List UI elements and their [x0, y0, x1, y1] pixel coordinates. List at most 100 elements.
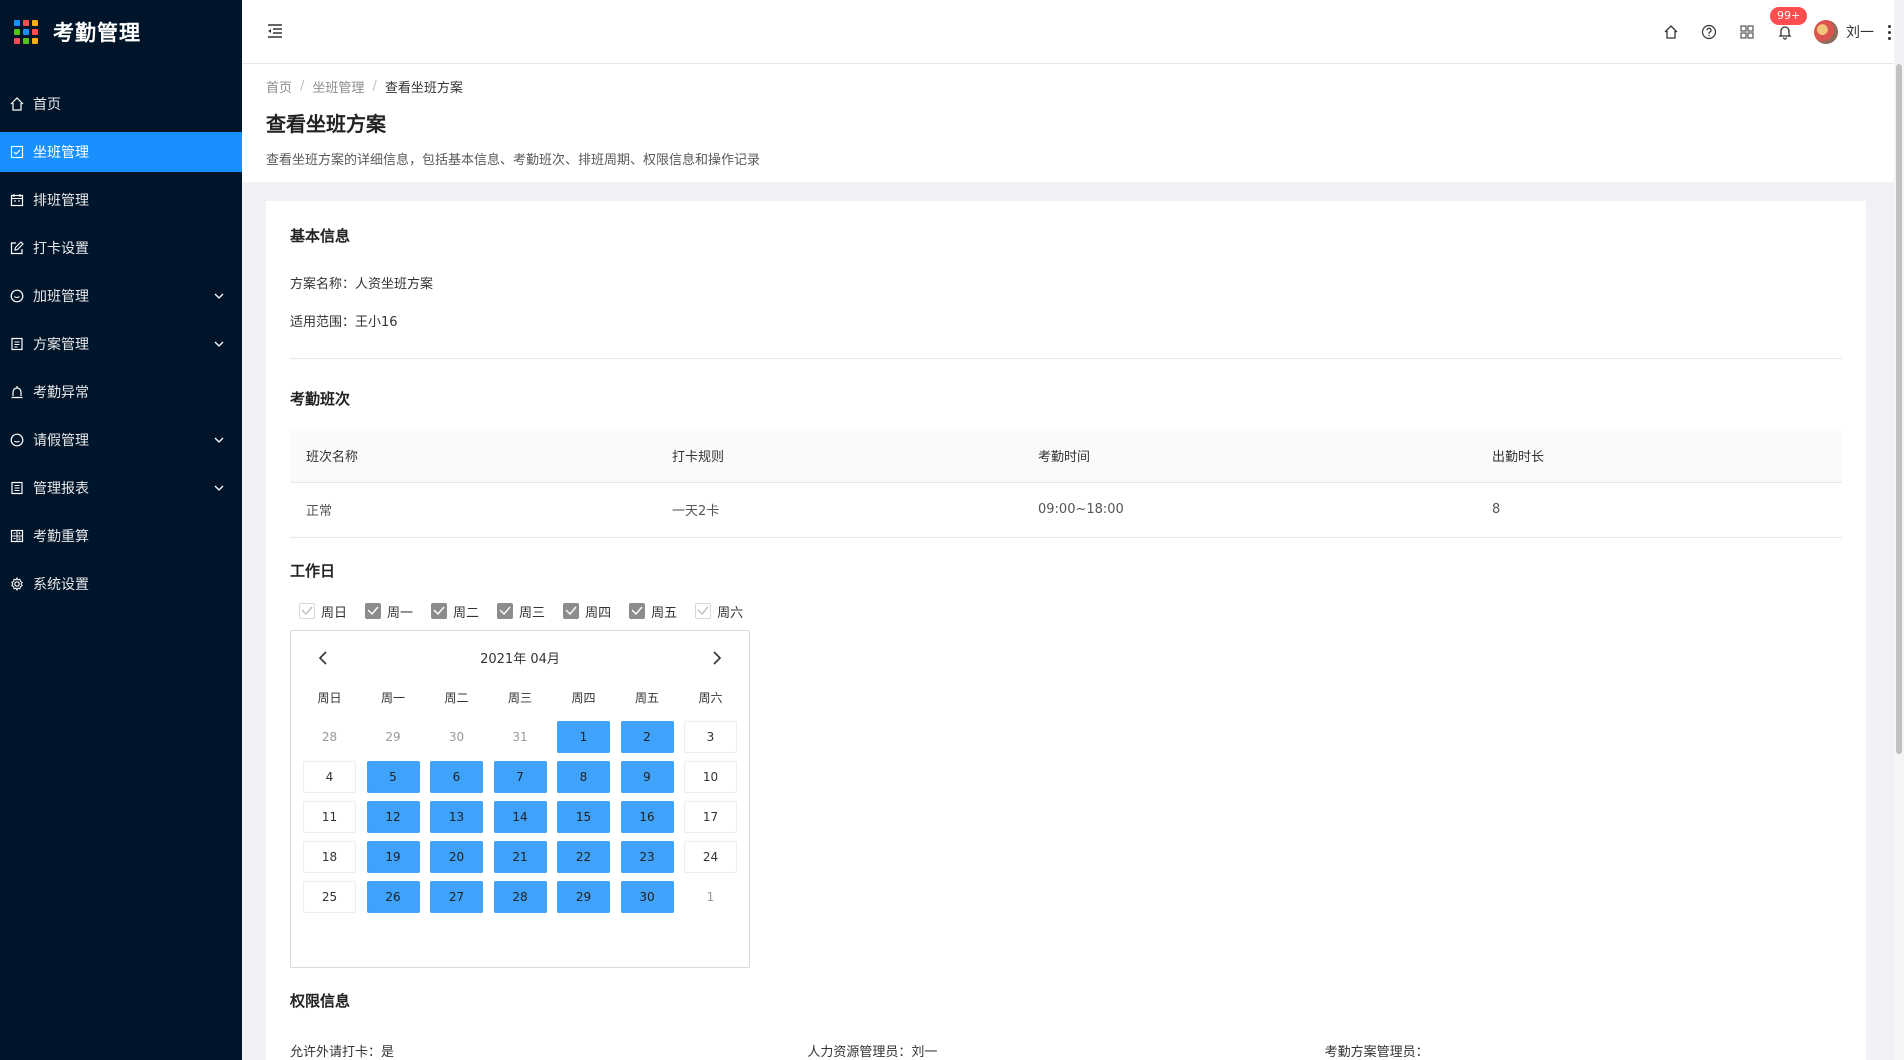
avatar[interactable] — [1814, 20, 1838, 44]
sidebar-item[interactable]: 方案管理 — [0, 324, 242, 364]
calendar-day-workday[interactable]: 12 — [366, 800, 420, 833]
breadcrumb-parent[interactable]: 坐班管理 — [312, 77, 364, 96]
calendar-day-workday[interactable]: 30 — [620, 880, 674, 913]
sidebar-item-label: 坐班管理 — [33, 145, 89, 161]
calendar-day-workday[interactable]: 27 — [430, 880, 483, 913]
checkbox-icon[interactable] — [695, 603, 712, 619]
sidebar-item-label: 系统设置 — [33, 577, 89, 593]
workday-checkbox[interactable]: 周三 — [497, 602, 545, 621]
sidebar-item[interactable]: 考勤异常 — [0, 372, 242, 412]
apps-icon[interactable] — [1738, 23, 1756, 41]
workday-label: 周五 — [651, 605, 678, 621]
calendar-day-workday[interactable]: 22 — [557, 840, 610, 873]
page-scrollbar[interactable] — [1894, 64, 1904, 1060]
calendar-day[interactable]: 3 — [684, 720, 737, 753]
sidebar-item[interactable]: 排班管理 — [0, 180, 242, 220]
calendar-day[interactable]: 11 — [303, 800, 356, 833]
calendar-day-workday[interactable]: 21 — [493, 840, 547, 873]
workday-checkbox[interactable]: 周四 — [563, 602, 611, 621]
plan-name-value: 人资坐班方案 — [355, 277, 434, 292]
calendar-day[interactable]: 17 — [684, 800, 737, 833]
next-month-icon[interactable] — [709, 650, 725, 666]
calendar-day-workday[interactable]: 5 — [366, 760, 420, 793]
calendar-day-workday[interactable]: 19 — [366, 840, 420, 873]
sidebar-item[interactable]: 考勤重算 — [0, 516, 242, 556]
sidebar-item[interactable]: 管理报表 — [0, 468, 242, 508]
chevron-down-icon[interactable] — [214, 483, 224, 493]
calendar-day[interactable]: 10 — [684, 760, 737, 793]
home-icon[interactable] — [1662, 23, 1680, 41]
calendar-day-workday[interactable]: 2 — [620, 720, 674, 753]
help-icon[interactable] — [1700, 23, 1718, 41]
calendar-weekday-header: 周二 — [444, 690, 469, 705]
column-header: 出勤时长 — [1476, 429, 1842, 483]
workday-checkbox[interactable]: 周一 — [365, 602, 413, 621]
calendar-day[interactable]: 25 — [303, 880, 356, 913]
plan-name-label: 方案名称： — [290, 277, 356, 292]
calendar-day-workday[interactable]: 9 — [620, 760, 674, 793]
calendar-day[interactable]: 18 — [303, 840, 356, 873]
calendar-day[interactable]: 28 — [303, 721, 356, 753]
username[interactable]: 刘一 — [1846, 22, 1874, 42]
calendar-day-workday[interactable]: 7 — [493, 760, 547, 793]
column-header: 打卡规则 — [656, 429, 1022, 483]
calendar-day-workday[interactable]: 16 — [620, 800, 674, 833]
calendar-day-workday[interactable]: 14 — [493, 800, 547, 833]
workday-checkbox[interactable]: 周二 — [431, 602, 479, 621]
notification-bell-icon[interactable]: 99+ — [1770, 7, 1808, 41]
workday-checkbox[interactable]: 周五 — [629, 602, 677, 621]
calendar-day-workday[interactable]: 8 — [557, 760, 610, 793]
table-row: 正常 一天2卡 09:00~18:00 8 — [290, 482, 1842, 538]
workday-label: 周一 — [387, 605, 414, 621]
sidebar-item[interactable]: 请假管理 — [0, 420, 242, 460]
workday-checkbox[interactable]: 周六 — [695, 602, 743, 621]
calendar-day[interactable]: 24 — [684, 840, 737, 873]
calendar-day-workday[interactable]: 13 — [430, 800, 483, 833]
sidebar-item[interactable]: 加班管理 — [0, 276, 242, 316]
calendar-weekday-header: 周四 — [571, 690, 596, 705]
sidebar-item-label: 首页 — [33, 97, 61, 113]
sidebar-item[interactable]: 首页 — [0, 84, 242, 124]
column-header: 班次名称 — [290, 429, 656, 483]
page-title: 查看坐班方案 — [266, 112, 386, 136]
checkbox-checked-icon[interactable] — [497, 603, 514, 619]
logo[interactable]: 考勤管理 — [0, 0, 242, 64]
checkbox-icon[interactable] — [299, 603, 315, 619]
calendar-day-workday[interactable]: 23 — [620, 840, 674, 873]
calendar-day[interactable]: 30 — [430, 721, 483, 753]
calendar-day-workday[interactable]: 1 — [557, 720, 610, 753]
scope-field: 适用范围：王小16 — [290, 311, 1842, 330]
workday-checkbox[interactable]: 周日 — [299, 602, 347, 621]
calendar-day-workday[interactable]: 6 — [430, 760, 483, 793]
calendar-day[interactable]: 4 — [303, 760, 356, 793]
prev-month-icon[interactable] — [315, 650, 331, 666]
checkbox-checked-icon[interactable] — [365, 603, 382, 619]
checkbox-checked-icon[interactable] — [563, 603, 580, 619]
calendar-day[interactable]: 1 — [684, 881, 737, 913]
chevron-down-icon[interactable] — [214, 435, 224, 445]
more-vertical-icon[interactable] — [1888, 24, 1892, 40]
sidebar-item[interactable]: 打卡设置 — [0, 228, 242, 268]
chevron-down-icon[interactable] — [214, 339, 224, 349]
sidebar-item[interactable]: 系统设置 — [0, 564, 242, 604]
scrollbar-thumb[interactable] — [1896, 64, 1902, 754]
calendar-day-workday[interactable]: 28 — [493, 880, 547, 913]
document-icon — [10, 337, 24, 351]
chevron-down-icon[interactable] — [214, 291, 224, 301]
calendar-day-workday[interactable]: 26 — [366, 880, 420, 913]
breadcrumb-home[interactable]: 首页 — [266, 77, 292, 96]
gear-icon — [10, 577, 24, 591]
sidebar-item[interactable]: 坐班管理 — [0, 132, 242, 172]
basic-info-title: 基本信息 — [290, 227, 351, 245]
calendar-day-workday[interactable]: 15 — [557, 800, 610, 833]
calendar-day-workday[interactable]: 29 — [557, 880, 610, 913]
calendar-day[interactable]: 29 — [367, 721, 420, 753]
menu-collapse-icon[interactable] — [266, 22, 284, 40]
checkbox-checked-icon[interactable] — [629, 603, 646, 619]
table-cell: 正常 — [290, 482, 656, 538]
calendar-day[interactable]: 31 — [494, 721, 547, 753]
table-cell: 09:00~18:00 — [1022, 482, 1476, 538]
checkbox-checked-icon[interactable] — [431, 603, 448, 619]
calendar-day-workday[interactable]: 20 — [430, 840, 483, 873]
page-header: 首页 / 坐班管理 / 查看坐班方案 查看坐班方案 查看坐班方案的详细信息，包括… — [242, 64, 1894, 182]
